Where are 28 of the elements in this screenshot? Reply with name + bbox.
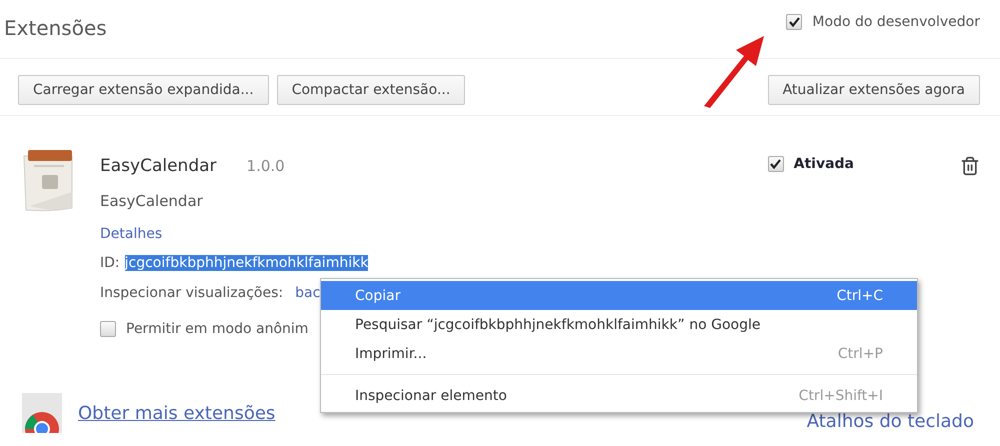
menu-item[interactable]: Pesquisar “jcgcoifbkbphhjnekfkmohklfaimhikk” no Google — [321, 310, 917, 339]
details-link[interactable]: Detalhes — [100, 226, 162, 242]
extension-name: EasyCalendar — [100, 156, 217, 176]
extension-description: EasyCalendar — [100, 192, 203, 210]
incognito-checkbox[interactable] — [100, 321, 116, 337]
toolbar-button[interactable]: Compactar extensão... — [276, 75, 466, 105]
checkmark-icon — [788, 17, 800, 27]
enabled-checkbox[interactable] — [768, 156, 784, 172]
id-label: ID: — [100, 255, 120, 271]
keyboard-shortcuts-link[interactable]: Atalhos do teclado — [806, 410, 974, 432]
menu-item[interactable]: Copiar Ctrl+C — [321, 281, 917, 310]
page-title: Extensões — [4, 16, 107, 40]
menu-item[interactable]: Imprimir... Ctrl+P — [321, 339, 917, 368]
menu-item[interactable]: Inspecionar elemento Ctrl+Shift+I — [321, 381, 917, 410]
checkbox-label: Ativada — [794, 156, 854, 172]
toolbar-button[interactable]: Carregar extensão expandida... — [18, 75, 269, 105]
trash-icon[interactable] — [960, 156, 980, 176]
checkmark-icon — [770, 159, 782, 169]
update-button[interactable]: Atualizar extensões agora — [768, 75, 980, 105]
more-extensions-link[interactable]: Obter mais extensões — [78, 402, 276, 424]
chrome-store-icon — [22, 393, 62, 433]
inspect-label: Inspecionar visualizações: — [100, 284, 284, 300]
inspect-link[interactable]: bac — [295, 284, 320, 300]
checkbox-label: Modo do desenvolvedor — [812, 14, 980, 30]
extension-version: 1.0.0 — [246, 157, 285, 175]
checkbox-label: Permitir em modo anônim — [126, 321, 308, 337]
developer-mode-checkbox[interactable] — [786, 14, 802, 30]
extension-id: jcgcoifbkbphhjnekfkmohklfaimhikk — [124, 255, 368, 271]
